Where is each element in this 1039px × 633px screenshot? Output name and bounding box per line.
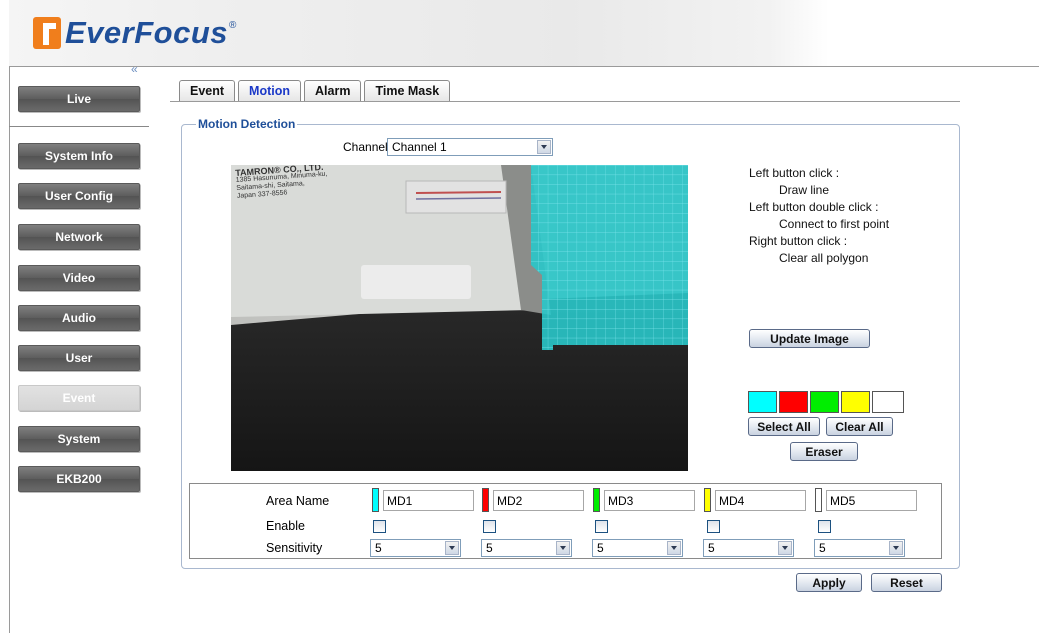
- chevron-down-icon: [667, 541, 681, 555]
- sensitivity-select-md4[interactable]: 5: [703, 539, 794, 557]
- section-title: Motion Detection: [196, 117, 298, 131]
- sensitivity-select-md1[interactable]: 5: [370, 539, 461, 557]
- chevron-down-icon: [889, 541, 903, 555]
- swatch-red[interactable]: [779, 391, 808, 413]
- area-name-field-md5[interactable]: MD5: [826, 490, 917, 511]
- select-all-button[interactable]: Select All: [748, 417, 820, 436]
- area-color-tag-md2: [482, 488, 489, 512]
- registered-mark: ®: [229, 19, 237, 31]
- help-right-click: Right button click :: [749, 234, 848, 248]
- sensitivity-value-md2: 5: [486, 541, 493, 555]
- live-button[interactable]: Live: [18, 86, 140, 112]
- everfocus-logo: EverFocus ®: [33, 15, 237, 50]
- tab-time-mask[interactable]: Time Mask: [364, 80, 451, 101]
- update-image-button[interactable]: Update Image: [749, 329, 870, 348]
- clear-all-button[interactable]: Clear All: [826, 417, 893, 436]
- sensitivity-select-md3[interactable]: 5: [592, 539, 683, 557]
- camera-preview[interactable]: TAMRON® CO., LTD. 1385 Hasunuma, Minuma-…: [231, 165, 688, 471]
- enable-checkbox-md4[interactable]: [707, 520, 720, 533]
- channel-select[interactable]: Channel 1: [387, 138, 553, 156]
- help-left-click-action: Draw line: [779, 183, 830, 197]
- window-frame-left: [0, 0, 10, 633]
- area-color-tag-md4: [704, 488, 711, 512]
- sensitivity-value-md1: 5: [375, 541, 382, 555]
- channel-select-value: Channel 1: [392, 140, 447, 154]
- sidebar-item-user-config[interactable]: User Config: [18, 183, 140, 209]
- area-name-field-md2[interactable]: MD2: [493, 490, 584, 511]
- tab-event[interactable]: Event: [179, 80, 236, 101]
- everfocus-logo-icon: [33, 17, 61, 49]
- help-double-click: Left button double click :: [749, 200, 879, 214]
- enable-checkbox-md3[interactable]: [595, 520, 608, 533]
- enable-checkbox-md2[interactable]: [483, 520, 496, 533]
- area-name-field-md1[interactable]: MD1: [383, 490, 474, 511]
- reset-button[interactable]: Reset: [871, 573, 942, 592]
- enable-label: Enable: [266, 519, 305, 533]
- brand-name: EverFocus: [65, 15, 229, 50]
- swatch-yellow[interactable]: [841, 391, 870, 413]
- sidebar-item-event[interactable]: Event: [18, 385, 140, 411]
- header-banner: EverFocus ®: [9, 0, 1039, 67]
- sensitivity-select-md2[interactable]: 5: [481, 539, 572, 557]
- tab-alarm[interactable]: Alarm: [304, 80, 362, 101]
- eraser-button[interactable]: Eraser: [790, 442, 858, 461]
- swatch-green[interactable]: [810, 391, 839, 413]
- tab-motion[interactable]: Motion: [238, 80, 302, 101]
- enable-checkbox-md1[interactable]: [373, 520, 386, 533]
- motion-mask-region: [531, 165, 688, 350]
- sensitivity-label: Sensitivity: [266, 541, 323, 555]
- swatch-cyan[interactable]: [748, 391, 777, 413]
- event-tabs: Event Motion Alarm Time Mask: [179, 80, 453, 102]
- swatch-white[interactable]: [872, 391, 904, 413]
- collapse-sidebar-icon[interactable]: «: [131, 62, 138, 76]
- area-color-tag-md5: [815, 488, 822, 512]
- sensitivity-value-md5: 5: [819, 541, 826, 555]
- apply-button[interactable]: Apply: [796, 573, 862, 592]
- help-double-click-action: Connect to first point: [779, 217, 890, 231]
- area-name-label: Area Name: [266, 494, 330, 508]
- sensitivity-select-md5[interactable]: 5: [814, 539, 905, 557]
- chevron-down-icon: [445, 541, 459, 555]
- sidebar-item-user[interactable]: User: [18, 345, 140, 371]
- help-right-click-action: Clear all polygon: [779, 251, 869, 265]
- sensitivity-value-md3: 5: [597, 541, 604, 555]
- enable-checkbox-md5[interactable]: [818, 520, 831, 533]
- area-name-field-md4[interactable]: MD4: [715, 490, 806, 511]
- sidebar-item-ekb200[interactable]: EKB200: [18, 466, 140, 492]
- mouse-help: Left button click : Draw line Left butto…: [749, 165, 889, 267]
- sensitivity-value-md4: 5: [708, 541, 715, 555]
- chevron-down-icon: [556, 541, 570, 555]
- chevron-down-icon: [778, 541, 792, 555]
- area-name-field-md3[interactable]: MD3: [604, 490, 695, 511]
- camera-frame-image: [231, 165, 688, 471]
- sidebar-item-network[interactable]: Network: [18, 224, 140, 250]
- sidebar-item-video[interactable]: Video: [18, 265, 140, 291]
- help-left-click: Left button click :: [749, 166, 840, 180]
- sidebar-divider: [9, 126, 149, 127]
- area-color-tag-md1: [372, 488, 379, 512]
- sidebar-item-audio[interactable]: Audio: [18, 305, 140, 331]
- chevron-down-icon: [537, 140, 551, 154]
- sidebar-item-system-info[interactable]: System Info: [18, 143, 140, 169]
- area-color-tag-md3: [593, 488, 600, 512]
- sidebar-item-system[interactable]: System: [18, 426, 140, 452]
